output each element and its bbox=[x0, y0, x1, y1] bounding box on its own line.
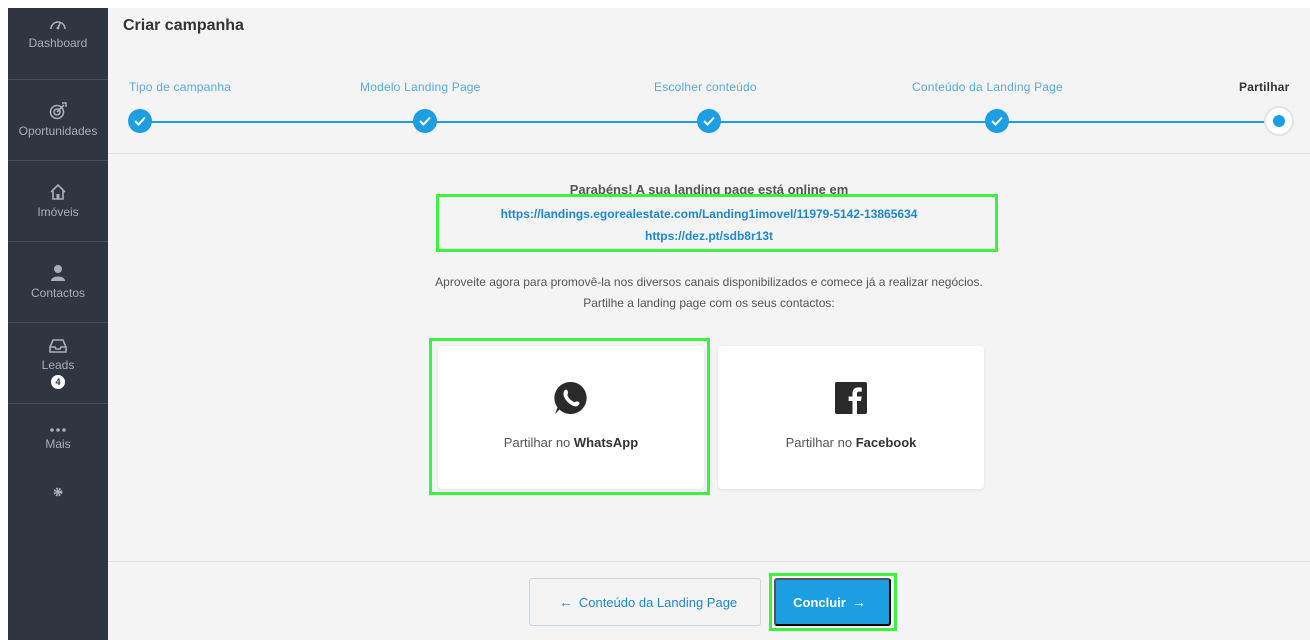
sidebar-item-label: Dashboard bbox=[28, 36, 88, 50]
ellipsis-icon bbox=[50, 427, 66, 433]
page-title: Criar campanha bbox=[123, 17, 244, 34]
arrow-right-icon: → bbox=[851, 594, 866, 610]
whatsapp-icon bbox=[553, 380, 589, 416]
finish-button[interactable]: Concluir → bbox=[774, 578, 891, 626]
sidebar-item-mais[interactable]: Mais bbox=[8, 404, 108, 474]
footer-divider bbox=[108, 561, 1310, 562]
step-check-icon[interactable] bbox=[985, 109, 1009, 133]
short-url-link[interactable]: https://dez.pt/sdb8r13t bbox=[108, 229, 1310, 243]
arrow-left-icon: ← bbox=[558, 594, 573, 610]
back-button-label: Conteúdo da Landing Page bbox=[578, 594, 738, 610]
share-facebook-card[interactable]: Partilhar no Facebook bbox=[718, 346, 984, 489]
step-check-icon[interactable] bbox=[697, 109, 721, 133]
person-icon bbox=[50, 264, 66, 282]
link-highlight-box bbox=[436, 194, 998, 252]
sidebar-item-label: Leads bbox=[41, 357, 75, 372]
main-content: Criar campanha Tipo de campanha Modelo L… bbox=[108, 8, 1310, 640]
sidebar-item-leads[interactable]: Leads 4 bbox=[8, 323, 108, 404]
stepper-divider bbox=[108, 153, 1310, 154]
leads-count-badge: 4 bbox=[51, 374, 65, 389]
sidebar-item-dashboard[interactable]: Dashboard bbox=[8, 8, 108, 80]
share-instruction-text: Partilhe a landing page com os seus cont… bbox=[583, 296, 835, 310]
share-whatsapp-label: Partilhar no WhatsApp bbox=[503, 435, 639, 450]
sidebar-item-label: Oportunidades bbox=[18, 124, 98, 138]
back-button[interactable]: ← Conteúdo da Landing Page bbox=[529, 578, 761, 626]
campaign-stepper: Tipo de campanha Modelo Landing Page Esc… bbox=[108, 80, 1310, 150]
sidebar-item-label: Contactos bbox=[30, 286, 86, 300]
target-icon bbox=[49, 102, 67, 120]
inbox-icon bbox=[48, 338, 68, 354]
step-label-tipo[interactable]: Tipo de campanha bbox=[129, 80, 231, 94]
dashboard-gauge-icon bbox=[49, 16, 67, 32]
finish-button-label: Concluir bbox=[793, 594, 846, 610]
sidebar-item-label: Mais bbox=[45, 437, 71, 451]
sidebar-item-label: Imóveis bbox=[37, 205, 79, 219]
landing-page-url-link[interactable]: https://landings.egorealestate.com/Landi… bbox=[108, 207, 1310, 221]
share-whatsapp-card[interactable]: Partilhar no WhatsApp bbox=[438, 346, 704, 489]
step-label-escolher[interactable]: Escolher conteúdo bbox=[654, 80, 757, 94]
sidebar-item-settings[interactable] bbox=[8, 474, 108, 514]
facebook-icon bbox=[835, 380, 867, 416]
step-current-indicator bbox=[1264, 106, 1294, 136]
share-facebook-label: Partilhar no Facebook bbox=[785, 435, 917, 450]
step-label-partilhar: Partilhar bbox=[1239, 80, 1290, 94]
sidebar-item-imoveis[interactable]: Imóveis bbox=[8, 161, 108, 242]
promo-text: Aproveite agora para promovê-la nos dive… bbox=[435, 275, 983, 289]
step-label-modelo[interactable]: Modelo Landing Page bbox=[360, 80, 481, 94]
sidebar: Dashboard Oportunidades Imóveis Contacto… bbox=[8, 8, 108, 640]
step-check-icon[interactable] bbox=[128, 109, 152, 133]
step-check-icon[interactable] bbox=[413, 109, 437, 133]
step-label-conteudo[interactable]: Conteúdo da Landing Page bbox=[912, 80, 1063, 94]
sidebar-item-oportunidades[interactable]: Oportunidades bbox=[8, 80, 108, 161]
house-icon bbox=[49, 183, 67, 201]
sidebar-item-contactos[interactable]: Contactos bbox=[8, 242, 108, 323]
gear-icon bbox=[52, 486, 64, 498]
